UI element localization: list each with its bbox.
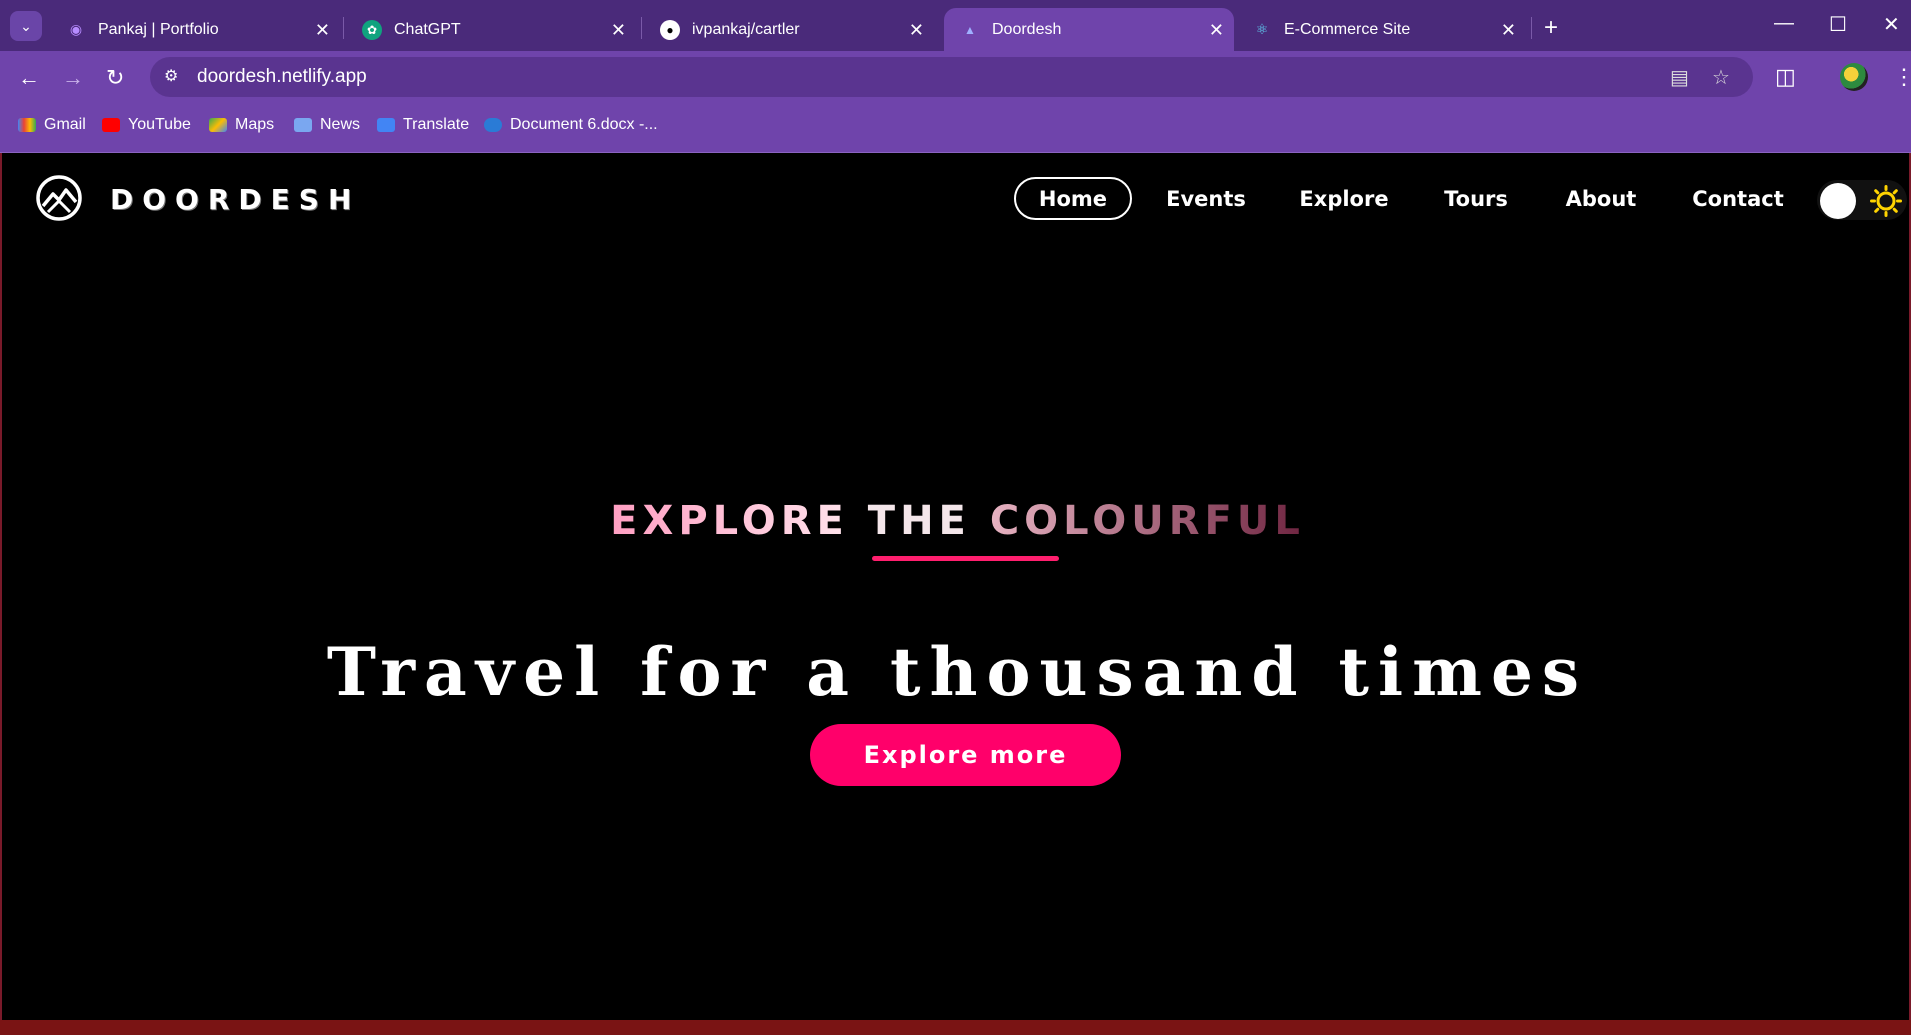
tab-separator — [1531, 17, 1532, 39]
doordesh-page: DOORDESH Home Events Explore Tours About… — [0, 153, 1911, 1020]
bookmark-label: Gmail — [44, 116, 86, 133]
brand-wordmark[interactable]: DOORDESH — [110, 183, 360, 216]
tab-title: Pankaj | Portfolio — [98, 20, 219, 38]
tab-doordesh[interactable]: ▲ Doordesh ✕ — [944, 8, 1234, 51]
window-close-icon[interactable]: ✕ — [1883, 12, 1900, 37]
nav-about[interactable]: About — [1560, 177, 1642, 220]
react-icon: ⚛ — [1255, 21, 1269, 37]
tab-title: ivpankaj/cartler — [692, 20, 800, 38]
bookmark-news[interactable]: News — [294, 116, 360, 134]
bookmark-document[interactable]: Document 6.docx -... — [484, 116, 658, 134]
os-taskbar — [0, 1020, 1911, 1035]
maps-icon — [209, 118, 227, 132]
browser-toolbar: ← → ↻ ⚙ doordesh.netlify.app ▤ ☆ ◫ ⋮ — [0, 51, 1911, 103]
bookmarks-bar: Gmail YouTube Maps News Translate Docume… — [0, 103, 1911, 153]
nav-home[interactable]: Home — [1014, 177, 1132, 220]
back-arrow-icon[interactable]: ← — [18, 65, 40, 91]
mountain-logo-icon[interactable] — [35, 174, 83, 222]
new-tab-button[interactable]: + — [1544, 14, 1558, 42]
sun-icon — [1870, 185, 1902, 217]
tab-title: Doordesh — [992, 20, 1062, 38]
nav-events[interactable]: Events — [1160, 177, 1252, 220]
close-icon[interactable]: ✕ — [315, 20, 330, 41]
chevron-down-icon: ⌄ — [20, 17, 32, 34]
bookmark-translate[interactable]: Translate — [377, 116, 469, 134]
tab-github[interactable]: ● ivpankaj/cartler ✕ — [644, 8, 934, 51]
close-icon[interactable]: ✕ — [1209, 20, 1224, 41]
kicker-word-the: THE — [867, 498, 971, 544]
close-icon[interactable]: ✕ — [909, 20, 924, 41]
bookmark-maps[interactable]: Maps — [209, 116, 274, 134]
hero-kicker: EXPLORE THE COLOURFUL — [2, 498, 1911, 544]
translate-page-icon[interactable]: ▤ — [1670, 65, 1689, 90]
tab-portfolio[interactable]: ◉ Pankaj | Portfolio ✕ — [50, 8, 340, 51]
extensions-icon[interactable]: ◫ — [1775, 64, 1796, 90]
bookmark-label: Maps — [235, 116, 275, 133]
tab-ecommerce[interactable]: ⚛ E-Commerce Site ✕ — [1236, 8, 1526, 51]
bookmark-label: Translate — [403, 116, 470, 133]
profile-avatar[interactable] — [1840, 63, 1868, 91]
explore-more-button[interactable]: Explore more — [810, 724, 1121, 786]
bookmark-gmail[interactable]: Gmail — [18, 116, 86, 134]
hero-title: Travel for a thousand times — [326, 633, 1589, 711]
nav-tours[interactable]: Tours — [1437, 177, 1515, 220]
theme-toggle[interactable] — [1817, 180, 1907, 220]
gmail-icon — [18, 118, 36, 132]
close-icon[interactable]: ✕ — [611, 20, 626, 41]
site-info-icon[interactable]: ⚙ — [164, 66, 178, 86]
bookmark-youtube[interactable]: YouTube — [102, 116, 191, 134]
bookmark-label: News — [320, 116, 361, 133]
minimize-icon[interactable]: — — [1774, 12, 1794, 35]
github-icon: ● — [660, 19, 680, 40]
close-icon[interactable]: ✕ — [1501, 20, 1516, 41]
url-text: doordesh.netlify.app — [197, 66, 367, 87]
portfolio-icon: ◉ — [69, 21, 83, 37]
translate-icon — [377, 118, 395, 132]
nav-explore[interactable]: Explore — [1296, 177, 1392, 220]
chatgpt-icon: ✿ — [362, 19, 382, 40]
kebab-menu-icon[interactable]: ⋮ — [1893, 64, 1911, 90]
maximize-icon[interactable]: ☐ — [1829, 12, 1847, 37]
reload-icon[interactable]: ↻ — [106, 65, 124, 91]
address-bar[interactable]: ⚙ doordesh.netlify.app ▤ ☆ — [150, 57, 1753, 97]
bookmark-label: YouTube — [128, 116, 191, 133]
bookmark-star-icon[interactable]: ☆ — [1712, 65, 1730, 90]
toggle-knob — [1820, 183, 1856, 219]
kicker-underline — [872, 556, 1059, 561]
tab-search-button[interactable]: ⌄ — [10, 11, 42, 41]
browser-tab-bar: ⌄ ◉ Pankaj | Portfolio ✕ ✿ ChatGPT ✕ ● i… — [0, 0, 1911, 51]
kicker-word-explore: EXPLORE — [610, 498, 849, 544]
kicker-word-colourful: COLOURFUL — [989, 498, 1305, 544]
doordesh-icon: ▲ — [964, 22, 976, 37]
forward-arrow-icon[interactable]: → — [62, 65, 84, 91]
tab-title: E-Commerce Site — [1284, 20, 1411, 38]
tab-separator — [343, 17, 344, 39]
bookmark-label: Document 6.docx -... — [510, 116, 658, 133]
tab-separator — [641, 17, 642, 39]
tab-chatgpt[interactable]: ✿ ChatGPT ✕ — [346, 8, 636, 51]
news-icon — [294, 118, 312, 132]
youtube-icon — [102, 118, 120, 132]
nav-contact[interactable]: Contact — [1688, 177, 1788, 220]
onedrive-icon — [484, 118, 502, 132]
tab-title: ChatGPT — [394, 20, 461, 38]
